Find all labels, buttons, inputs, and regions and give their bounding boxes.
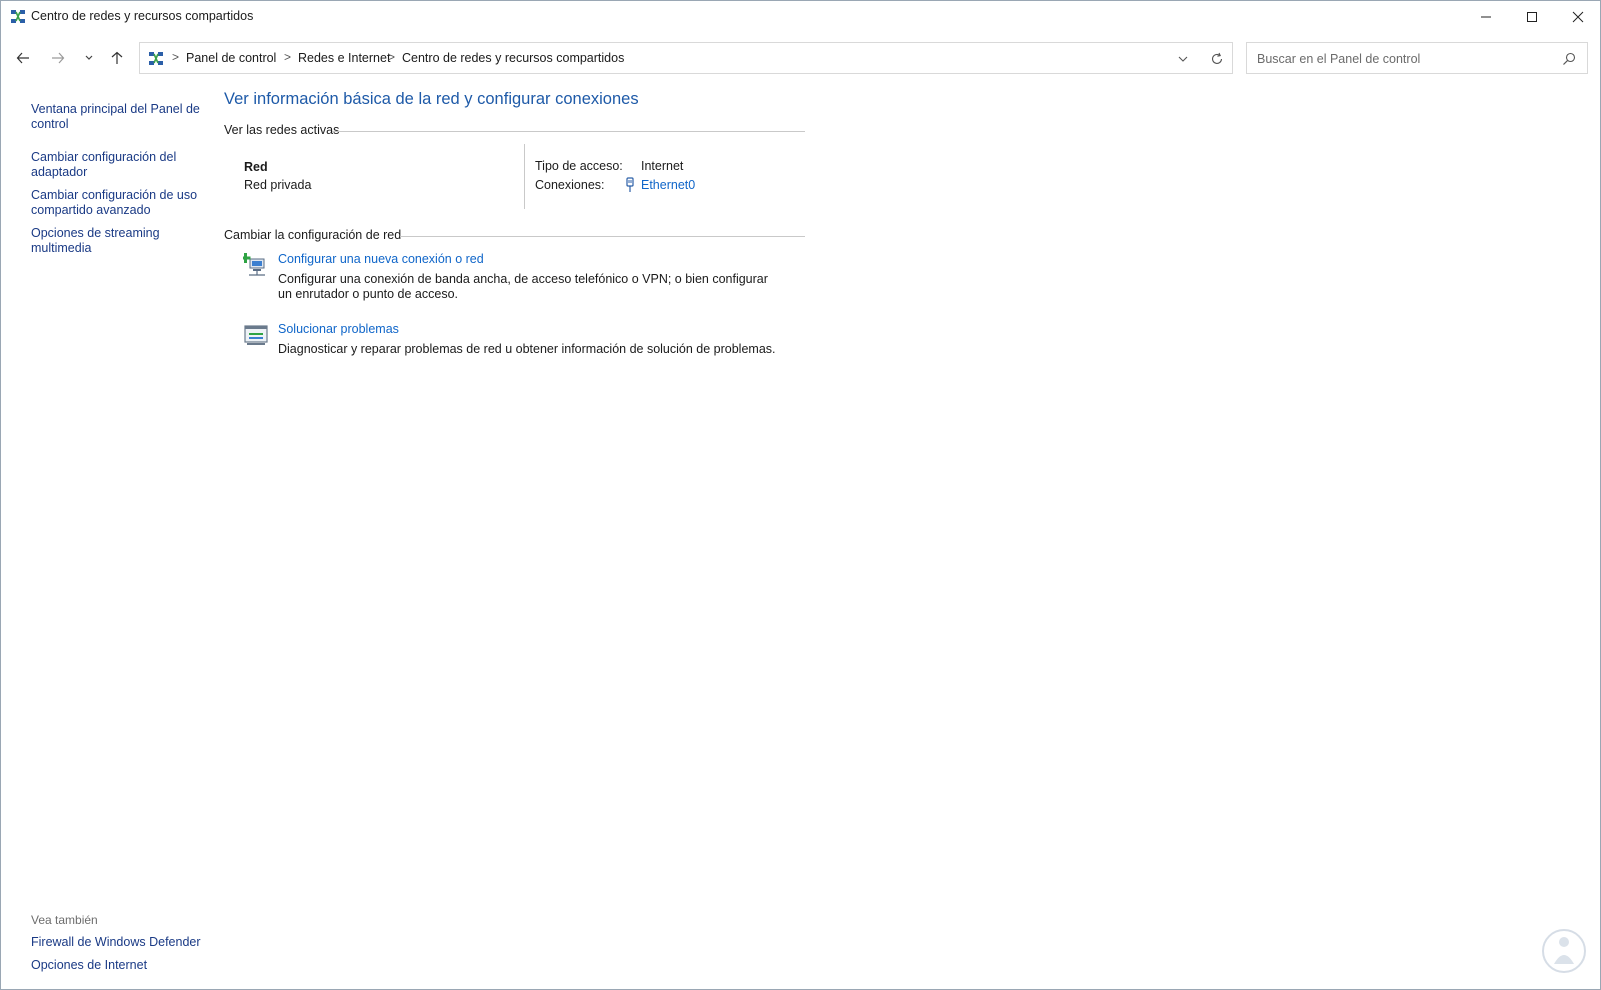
search-icon <box>1563 52 1576 65</box>
ethernet-connection-link[interactable]: Ethernet0 <box>641 178 695 192</box>
watermark-logo-icon <box>1542 929 1586 973</box>
task-troubleshoot-description: Diagnosticar y reparar problemas de red … <box>278 342 776 356</box>
network-profile: Red privada <box>244 178 312 192</box>
network-center-icon <box>11 10 25 23</box>
section-divider <box>400 236 805 237</box>
task-new-connection-link[interactable]: Configurar una nueva conexión o red <box>278 252 484 266</box>
page-title: Ver información básica de la red y confi… <box>224 90 639 108</box>
sidebar-link-label: Firewall de Windows Defender <box>31 935 201 949</box>
access-type-label: Tipo de acceso: <box>535 159 623 173</box>
breadcrumb-panel-de-control[interactable]: Panel de control <box>186 51 276 65</box>
maximize-icon <box>1527 12 1537 22</box>
breadcrumb-centro-de-redes[interactable]: Centro de redes y recursos compartidos <box>402 51 624 65</box>
minimize-button[interactable] <box>1463 1 1509 33</box>
ethernet-icon <box>626 177 634 192</box>
sidebar-link-control-panel-home[interactable]: Ventana principal del Panel de control <box>31 102 201 132</box>
minimize-icon <box>1481 16 1491 18</box>
chevron-down-icon <box>85 55 93 60</box>
address-bar[interactable]: > Panel de control > Redes e Internet > … <box>139 42 1233 74</box>
new-connection-icon <box>243 253 265 276</box>
sidebar-link-label: Ventana principal del Panel de control <box>31 102 200 131</box>
network-center-window: Centro de redes y recursos compartidos > <box>0 0 1601 990</box>
network-divider <box>524 144 525 209</box>
up-button[interactable] <box>106 47 128 69</box>
search-input[interactable] <box>1255 49 1559 69</box>
refresh-icon <box>1211 52 1223 64</box>
see-also-title: Vea también <box>31 913 98 927</box>
arrow-up-icon <box>111 51 123 64</box>
close-icon <box>1572 11 1584 23</box>
network-center-icon <box>149 52 163 65</box>
sidebar-link-label: Opciones de Internet <box>31 958 148 972</box>
connections-label: Conexiones: <box>535 178 605 192</box>
arrow-left-icon <box>16 52 29 64</box>
search-box[interactable] <box>1246 42 1588 74</box>
task-new-connection-description: Configurar una conexión de banda ancha, … <box>278 272 768 301</box>
breadcrumb-redes-e-internet[interactable]: Redes e Internet <box>298 51 390 65</box>
maximize-button[interactable] <box>1509 1 1555 33</box>
access-type-value: Internet <box>641 159 684 173</box>
address-dropdown-button[interactable] <box>1174 50 1192 68</box>
active-networks-header: Ver las redes activas <box>224 123 340 137</box>
sidebar-link-label: Cambiar configuración de uso compartido … <box>31 188 198 217</box>
sidebar-link-internet-options[interactable]: Opciones de Internet <box>31 958 201 973</box>
back-button[interactable] <box>12 47 34 69</box>
close-button[interactable] <box>1555 1 1600 33</box>
sidebar-link-firewall[interactable]: Firewall de Windows Defender <box>31 935 201 950</box>
change-settings-header: Cambiar la configuración de red <box>224 228 402 242</box>
sidebar-link-media-streaming[interactable]: Opciones de streaming multimedia <box>31 226 201 256</box>
window-title: Centro de redes y recursos compartidos <box>31 9 254 23</box>
sidebar-link-adapter-settings[interactable]: Cambiar configuración del adaptador <box>31 150 201 180</box>
breadcrumb-separator: > <box>172 50 180 64</box>
refresh-button[interactable] <box>1208 50 1226 68</box>
sidebar-link-label: Cambiar configuración del adaptador <box>31 150 177 179</box>
troubleshoot-icon <box>244 325 268 345</box>
sidebar-link-label: Opciones de streaming multimedia <box>31 226 160 255</box>
section-divider <box>332 131 805 132</box>
title-bar: Centro de redes y recursos compartidos <box>1 1 1600 33</box>
task-troubleshoot-link[interactable]: Solucionar problemas <box>278 322 399 336</box>
recent-locations-button[interactable] <box>78 47 100 69</box>
network-name: Red <box>244 160 268 174</box>
sidebar-link-advanced-sharing[interactable]: Cambiar configuración de uso compartido … <box>31 188 201 218</box>
breadcrumb-separator: > <box>388 50 396 64</box>
arrow-right-icon <box>52 52 65 64</box>
breadcrumb-separator: > <box>284 50 292 64</box>
forward-button[interactable] <box>47 47 69 69</box>
chevron-down-icon <box>1178 56 1188 62</box>
